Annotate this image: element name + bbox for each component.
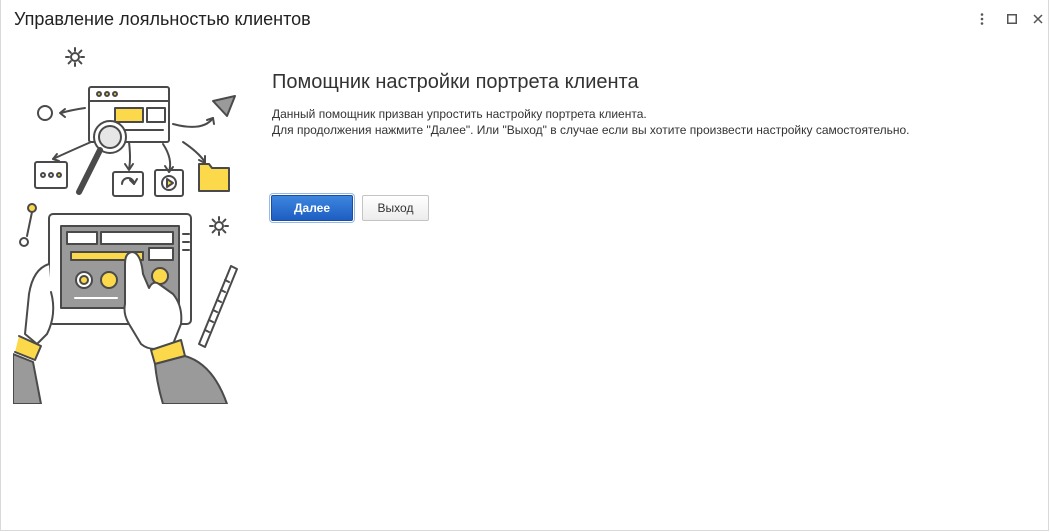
close-button[interactable] xyxy=(1028,9,1048,29)
more-vertical-icon xyxy=(980,13,984,25)
maximize-icon xyxy=(1007,14,1017,24)
more-options-button[interactable] xyxy=(972,9,992,29)
description-line-1: Данный помощник призван упростить настро… xyxy=(272,107,647,121)
window-title: Управление лояльностью клиентов xyxy=(14,9,311,29)
dialog-window: Управление лояльностью клиентов Помощник… xyxy=(0,0,1049,531)
wizard-description: Данный помощник призван упростить настро… xyxy=(272,106,910,138)
maximize-button[interactable] xyxy=(1002,9,1022,29)
title-bar: Управление лояльностью клиентов xyxy=(1,0,1048,38)
wizard-illustration xyxy=(13,47,238,404)
exit-button[interactable]: Выход xyxy=(362,195,429,221)
description-line-2: Для продолжения нажмите "Далее". Или "Вы… xyxy=(272,123,910,137)
next-button[interactable]: Далее xyxy=(271,195,353,221)
gear-icon xyxy=(65,47,85,67)
close-icon xyxy=(1033,14,1043,24)
wizard-heading: Помощник настройки портрета клиента xyxy=(272,71,639,93)
